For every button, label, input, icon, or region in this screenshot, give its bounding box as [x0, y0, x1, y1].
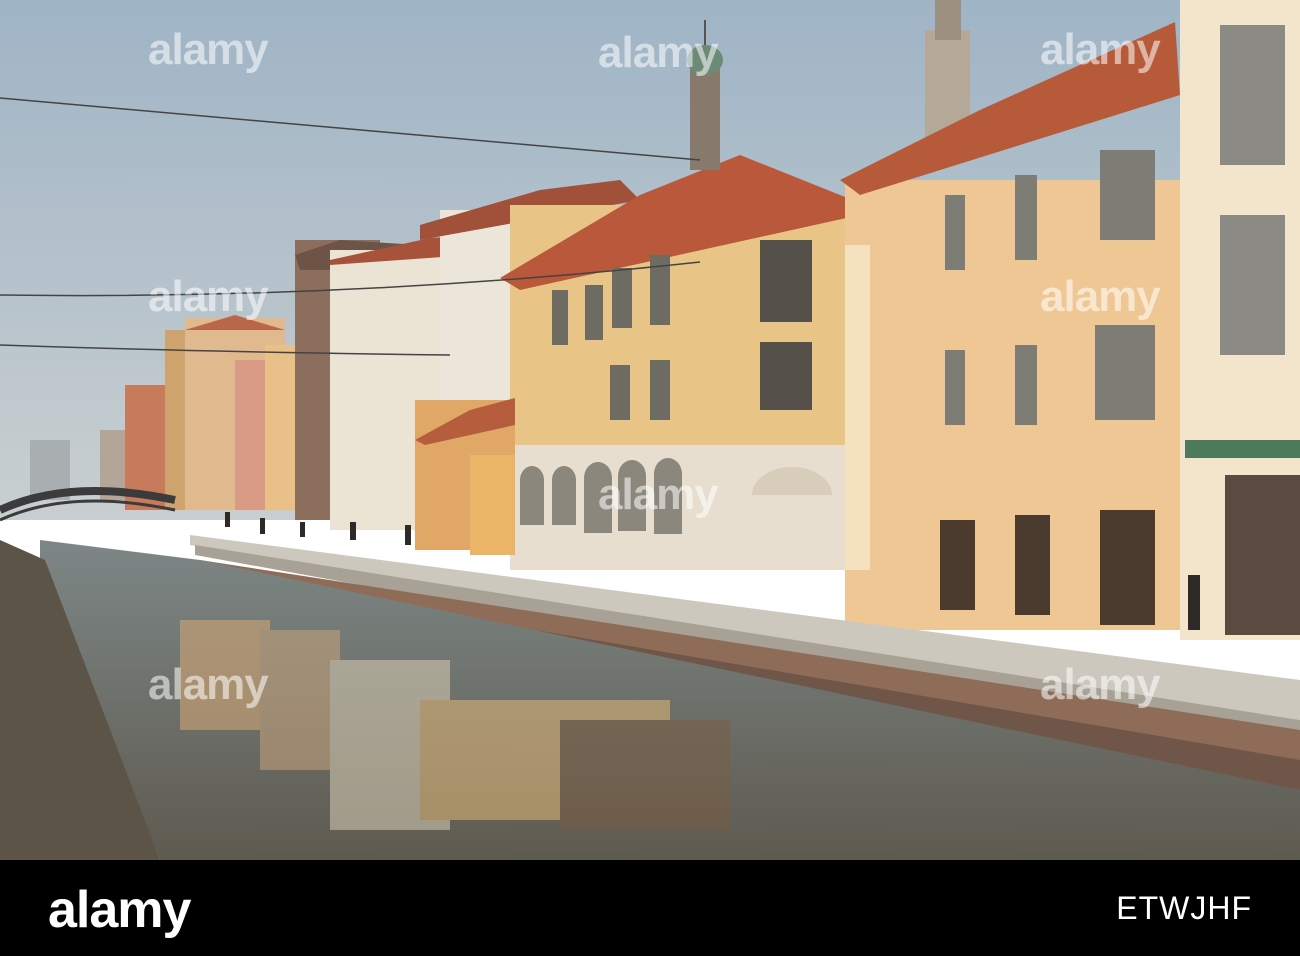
yellow-building	[500, 155, 865, 570]
footer-bar: alamy ETWJHF	[0, 860, 1300, 956]
image-id: ETWJHF	[1116, 890, 1252, 926]
corner-building	[1180, 0, 1300, 640]
alamy-logo: alamy	[48, 881, 191, 939]
canal-photo	[0, 0, 1300, 860]
low-house	[415, 398, 515, 555]
stock-photo-page: alamy alamy alamy alamy alamy alamy alam…	[0, 0, 1300, 956]
